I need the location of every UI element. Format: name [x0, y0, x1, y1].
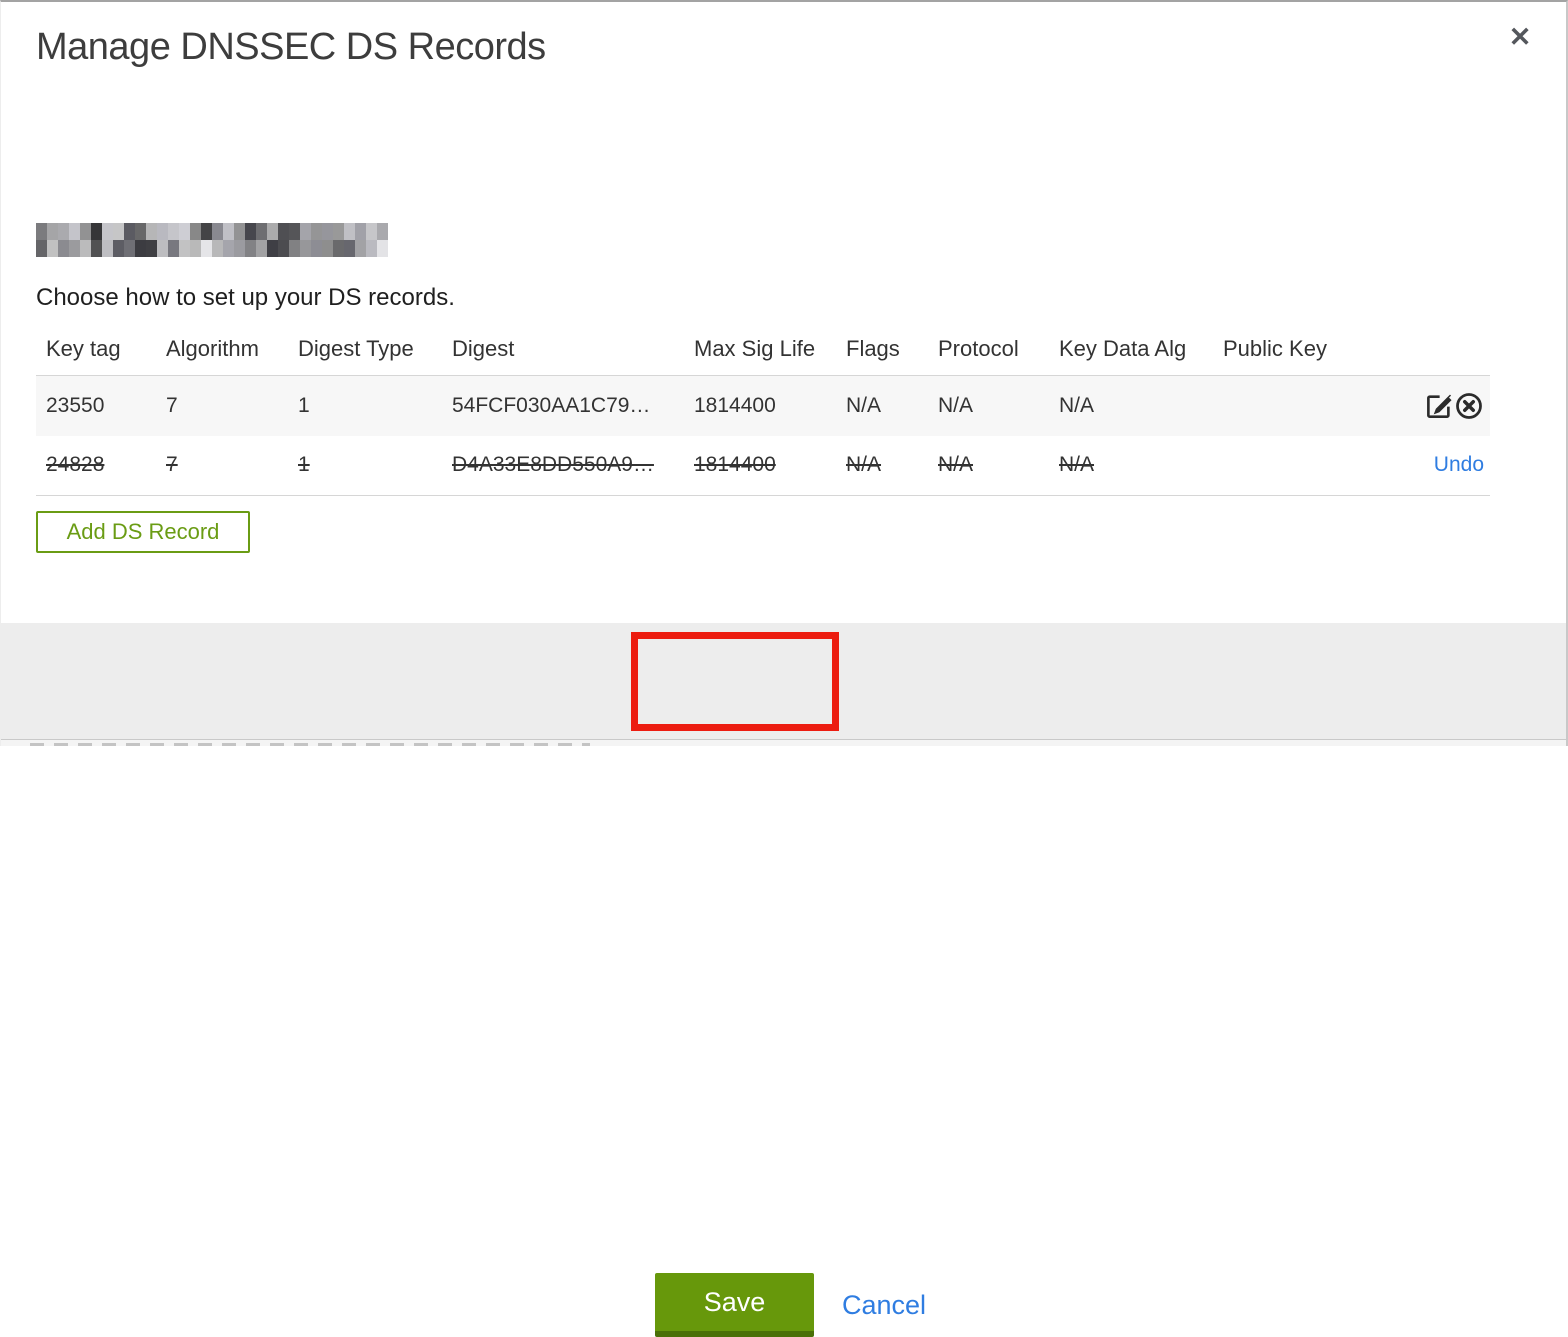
col-header-algorithm: Algorithm: [156, 330, 288, 376]
cell-flags: N/A: [846, 453, 882, 477]
subtitle-text: Choose how to set up your DS records.: [36, 284, 455, 311]
cell-key-data-alg: N/A: [1059, 393, 1095, 417]
cancel-link[interactable]: Cancel: [842, 1290, 926, 1321]
col-header-protocol: Protocol: [928, 330, 1049, 376]
redacted-domain-name: [36, 223, 388, 257]
undo-link[interactable]: Undo: [1434, 453, 1484, 477]
cell-algorithm: 7: [166, 453, 178, 477]
ds-records-table: Key tag Algorithm Digest Type Digest Max…: [36, 330, 1490, 496]
col-header-digest: Digest: [442, 330, 684, 376]
cell-max-sig-life: 1814400: [694, 393, 776, 417]
table-row: 23550 7 1 54FCF030AA1C79… 1814400 N/A N/…: [36, 375, 1490, 436]
cell-protocol: N/A: [938, 393, 974, 417]
cell-digest-type: 1: [298, 453, 310, 477]
col-header-key-tag: Key tag: [36, 330, 156, 376]
col-header-digest-type: Digest Type: [288, 330, 442, 376]
col-header-flags: Flags: [836, 330, 928, 376]
table-row-deleted: 24828 7 1 D4A33E8DD550A9… 1814400 N/A N/…: [36, 435, 1490, 496]
cell-protocol: N/A: [938, 453, 974, 477]
col-header-actions: [1353, 330, 1490, 376]
cell-digest-type: 1: [298, 393, 310, 417]
close-icon[interactable]: ✕: [1503, 20, 1537, 54]
table-header-row: Key tag Algorithm Digest Type Digest Max…: [36, 330, 1490, 376]
edit-icon[interactable]: [1424, 391, 1454, 421]
cell-flags: N/A: [846, 393, 882, 417]
cell-digest: 54FCF030AA1C79…: [452, 393, 651, 417]
cell-algorithm: 7: [166, 393, 178, 417]
page-title: Manage DNSSEC DS Records: [36, 26, 546, 68]
col-header-max-sig-life: Max Sig Life: [684, 330, 836, 376]
modal-footer: Save Cancel: [0, 623, 1568, 1337]
save-button[interactable]: Save: [655, 1273, 814, 1337]
circle-x-icon[interactable]: [1454, 391, 1484, 421]
page-behind-modal-strip: [0, 739, 1568, 746]
add-ds-record-button[interactable]: Add DS Record: [36, 511, 250, 553]
col-header-public-key: Public Key: [1213, 330, 1353, 376]
cell-digest: D4A33E8DD550A9…: [452, 453, 654, 477]
cell-key-data-alg: N/A: [1059, 453, 1095, 477]
cell-max-sig-life: 1814400: [694, 453, 776, 477]
col-header-key-data-alg: Key Data Alg: [1049, 330, 1213, 376]
cell-key-tag: 24828: [46, 453, 105, 477]
cell-key-tag: 23550: [46, 393, 105, 417]
